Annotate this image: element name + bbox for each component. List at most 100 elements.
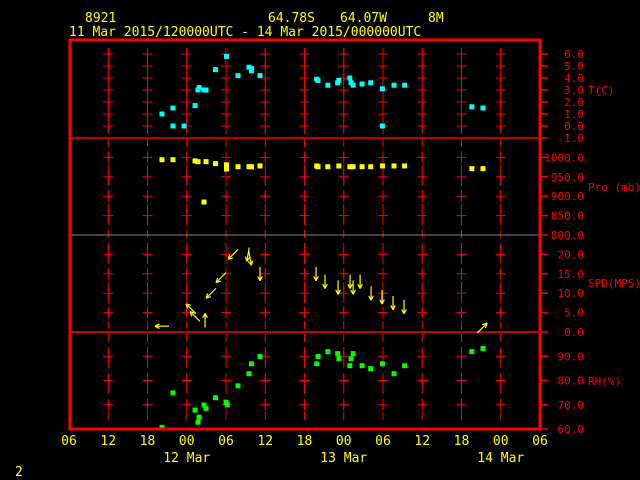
wind-arrow (205, 287, 217, 299)
temperature-unit-label: T(C) (588, 84, 615, 97)
x-tick-label: 12 (414, 434, 430, 449)
temperature-point (469, 104, 475, 110)
wind-arrow (215, 272, 227, 284)
humidity-point (402, 363, 408, 369)
pressure-point (402, 163, 408, 169)
pressure-point (224, 166, 230, 172)
temperature-point (359, 81, 365, 87)
wind-arrow (350, 280, 356, 295)
temperature-point (203, 87, 209, 93)
x-tick-label: 06 (61, 434, 77, 449)
wind-arrow (335, 280, 341, 295)
station-latitude: 64.78S (268, 11, 315, 26)
x-tick-label: 18 (140, 434, 156, 449)
humidity-point (315, 353, 321, 359)
temperature-point (170, 105, 176, 111)
temperature-point (213, 67, 219, 73)
wind-arrow (368, 286, 374, 301)
pressure-point (315, 164, 321, 170)
wind-arrow-head (244, 256, 248, 262)
humidity-point (347, 363, 353, 369)
pressure-point (249, 164, 255, 170)
pressure-point (469, 166, 475, 172)
x-tick-label: 12 (257, 434, 273, 449)
humidity-tick-label: 70.0 (558, 399, 585, 412)
pressure-unit-label: Pre (mb) (588, 181, 640, 194)
y-axes: 6.05.04.03.02.01.00.0-1.0T(C)1000.0950.0… (540, 48, 640, 436)
temperature-point (336, 77, 342, 83)
temperature-tick-label: -1.0 (558, 132, 585, 145)
station-id: 8921 (85, 11, 116, 26)
temperature-point (235, 73, 241, 79)
x-tick-label: 00 (179, 434, 195, 449)
wind-arrow (357, 274, 363, 289)
wind-arrow (390, 295, 396, 311)
humidity-point (246, 371, 252, 377)
pressure-point (379, 163, 385, 169)
humidity-point (480, 345, 486, 351)
pressure-tick-label: 950.0 (551, 171, 584, 184)
pressure-point (213, 161, 219, 167)
pressure-tick-label: 850.0 (551, 210, 584, 223)
wind-arrow-shaft (205, 287, 217, 299)
wind-arrow (154, 323, 170, 329)
pressure-point (235, 164, 241, 170)
humidity-point (359, 363, 365, 369)
x-tick-label: 18 (297, 434, 313, 449)
pressure-point (325, 164, 331, 170)
temperature-point (325, 82, 331, 88)
temperature-point (379, 86, 385, 92)
pressure-point (201, 199, 207, 205)
humidity-point (469, 349, 475, 355)
humidity-point (196, 414, 202, 420)
humidity-unit-label: RH(%) (588, 375, 621, 388)
humidity-point (257, 353, 263, 359)
temperature-point (196, 85, 202, 91)
humidity-point (336, 356, 342, 362)
x-tick-label: 12 (100, 434, 116, 449)
meteogram-chart: 8921 64.78S 64.07W 8M 11 Mar 2015/120000… (15, 11, 640, 480)
pressure-point (336, 163, 342, 169)
humidity-point (348, 356, 354, 362)
pressure-point (170, 157, 176, 163)
data-marks (154, 53, 488, 430)
pressure-point (224, 162, 230, 168)
station-longitude: 64.07W (340, 11, 387, 26)
pressure-point (350, 164, 356, 170)
grid (103, 48, 506, 425)
pressure-point (203, 159, 209, 165)
temperature-point (315, 77, 321, 83)
wind-tick-label: 20.0 (558, 248, 585, 261)
temperature-point (350, 82, 356, 88)
humidity-tick-label: 80.0 (558, 375, 585, 388)
temperature-point (368, 80, 374, 86)
x-axis: 06 12 18 00 06 12 18 00 06 12 18 00 06 12 Mar 13 Mar 14… (61, 434, 548, 466)
temperature-point (402, 82, 408, 88)
pressure-tick-label: 900.0 (551, 190, 584, 203)
humidity-tick-label: 90.0 (558, 350, 585, 363)
humidity-point (391, 371, 397, 377)
wind-arrow-shaft (215, 272, 227, 284)
x-tick-label: 00 (336, 434, 352, 449)
humidity-point (350, 351, 356, 357)
humidity-tick-label: 60.0 (558, 423, 585, 436)
temperature-point (257, 73, 263, 79)
temperature-point (224, 53, 230, 59)
humidity-point (314, 361, 320, 367)
wind-unit-label: SPD(MPS) (588, 277, 640, 290)
humidity-point (325, 349, 331, 355)
time-period: 11 Mar 2015/120000UTC - 14 Mar 2015/0000… (69, 25, 421, 40)
date-label: 13 Mar (320, 451, 367, 466)
temperature-point (170, 123, 176, 129)
pressure-point (159, 157, 165, 163)
pressure-point (480, 166, 486, 172)
humidity-point (335, 351, 341, 357)
wind-arrow (322, 274, 328, 289)
x-tick-label: 18 (454, 434, 470, 449)
wind-arrow (379, 290, 385, 305)
humidity-point (368, 366, 374, 372)
humidity-point (379, 361, 385, 367)
pressure-point (195, 159, 201, 165)
date-label: 14 Mar (477, 451, 524, 466)
wind-tick-label: 0.0 (564, 326, 584, 339)
